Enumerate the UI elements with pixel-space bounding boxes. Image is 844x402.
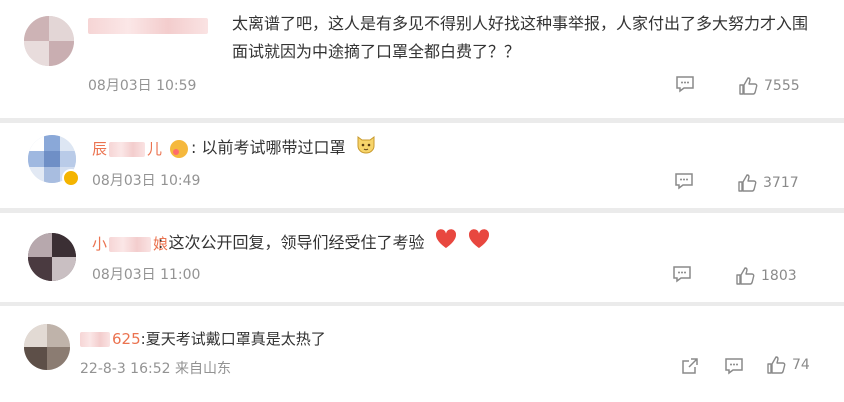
like-button[interactable]: 3717 [737,173,799,193]
comment-text: 夏天考试戴口罩真是太热了 [145,330,326,348]
emoji-badge-icon [170,140,188,158]
redacted-name [109,142,146,157]
redacted-name [88,17,208,34]
username[interactable] [88,16,208,34]
reply-button[interactable] [672,265,692,283]
comment-meta: 08月03日 10:49 [92,173,201,189]
comment-icon [724,357,744,375]
comment-text: 这次公开回复，领导们经受住了考验 [168,233,425,252]
comment-icon [675,75,695,93]
reply-button[interactable] [724,357,744,375]
username-part: 小 [92,235,108,253]
thumb-up-icon [735,266,755,286]
comment-text: 以前考试哪带过口罩 [201,138,346,157]
thumb-up-icon [738,76,758,96]
heart-icon [467,228,491,259]
like-button[interactable]: 7555 [738,76,800,96]
comment-meta: 22-8-3 16:52 来自山东 [80,361,231,377]
avatar[interactable] [24,324,70,370]
like-count: 7555 [764,78,800,94]
username-part: 辰 [92,140,108,158]
heart-icon [434,228,458,259]
like-button[interactable]: 1803 [735,266,797,286]
comment-meta: 08月03日 10:59 [88,78,197,94]
like-count: 74 [792,357,810,373]
avatar[interactable] [24,16,74,66]
thumb-up-icon [766,355,786,375]
share-button[interactable] [680,356,700,376]
redacted-name [80,332,110,347]
comment-item: 太离谱了吧，这人是有多见不得别人好找这种事举报，人家付出了多大努力才入围面试就因… [0,0,844,118]
comment-text-row: : 以前考试哪带过口罩 [191,133,377,164]
comment-text-row: : 这次公开回复，领导们经受住了考验 [158,228,491,259]
verified-badge [62,169,80,187]
comment-item: 小娘 : 这次公开回复，领导们经受住了考验 08月03日 11:00 1803 [0,213,844,302]
username[interactable]: 625:夏天考试戴口罩真是太热了 [80,328,326,349]
comment-meta: 08月03日 11:00 [92,267,201,283]
username-part: 儿 [147,140,163,158]
thumb-up-icon [737,173,757,193]
reply-button[interactable] [675,75,695,93]
comment-item: 辰儿 : 以前考试哪带过口罩 08月03日 10:49 3717 [0,123,844,208]
like-button[interactable]: 74 [766,355,810,375]
comment-item: 625:夏天考试戴口罩真是太热了 22-8-3 16:52 来自山东 74 [0,306,844,402]
cat-emoji-icon [355,133,377,164]
comment-icon [674,172,694,190]
like-count: 1803 [761,268,797,284]
like-count: 3717 [763,175,799,191]
username[interactable]: 辰儿 [92,138,162,159]
comment-icon [672,265,692,283]
avatar[interactable] [28,233,76,281]
redacted-name [109,237,152,252]
comment-text: 太离谱了吧，这人是有多见不得别人好找这种事举报，人家付出了多大努力才入围面试就因… [232,14,809,61]
username[interactable]: 小娘 [92,233,168,254]
share-icon [680,356,700,376]
reply-button[interactable] [674,172,694,190]
username-part: 625 [112,330,141,348]
